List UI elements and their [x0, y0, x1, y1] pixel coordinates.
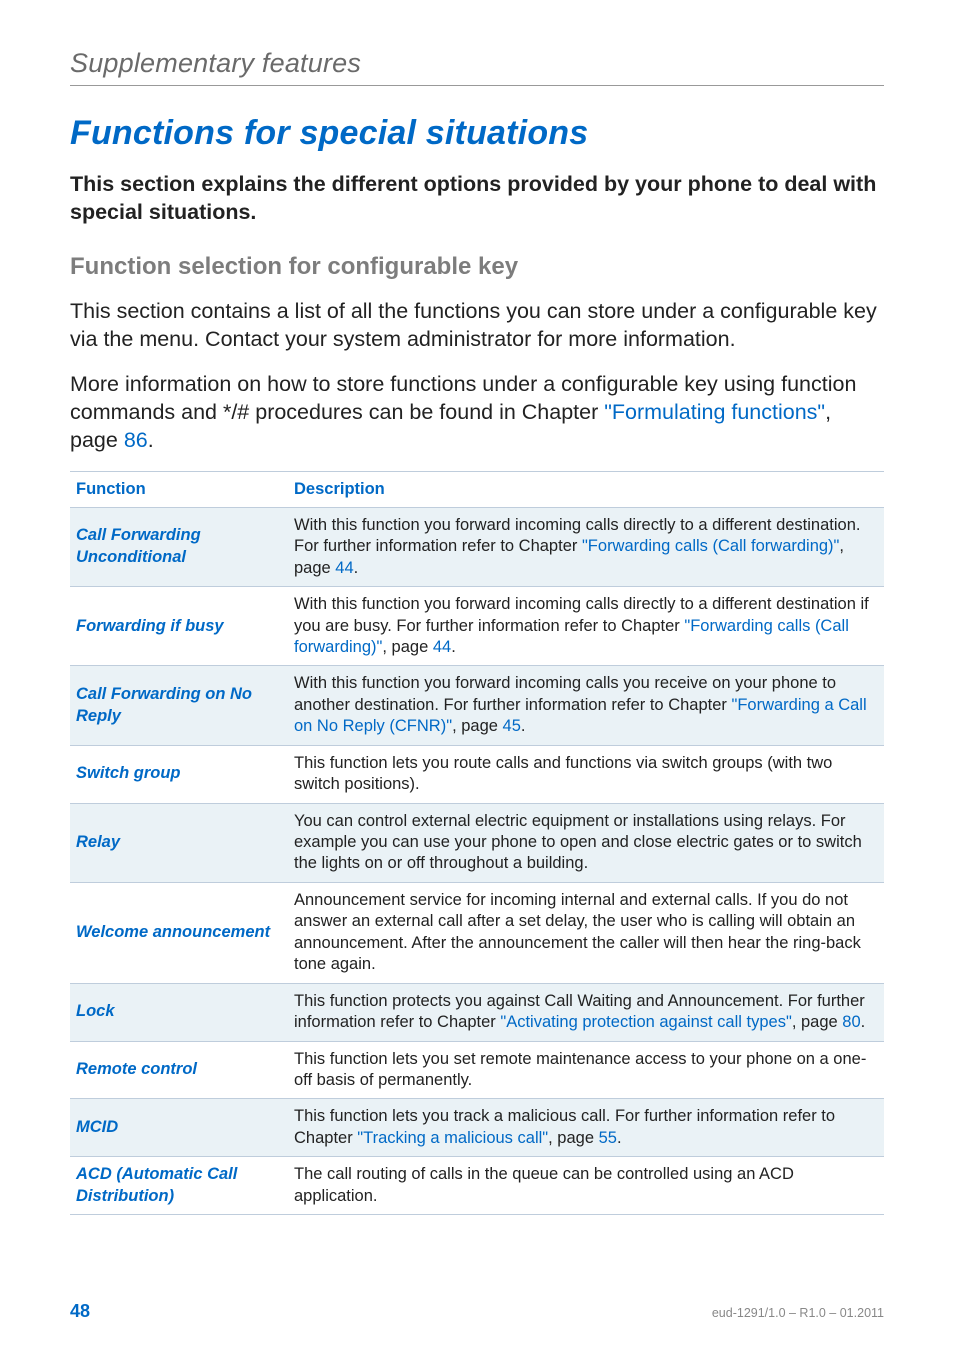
function-name: Call Forwarding on No Reply — [70, 666, 288, 745]
desc-text: , page — [452, 717, 502, 735]
desc-text: . — [521, 717, 526, 735]
page-footer: 48 eud-1291/1.0 – R1.0 – 01.2011 — [70, 1301, 884, 1322]
table-row: RelayYou can control external electric e… — [70, 803, 884, 882]
desc-page-link[interactable]: 44 — [335, 559, 353, 577]
para2-link[interactable]: "Formulating functions" — [604, 400, 825, 424]
doc-id: eud-1291/1.0 – R1.0 – 01.2011 — [712, 1306, 884, 1320]
function-description: The call routing of calls in the queue c… — [288, 1157, 884, 1215]
desc-text: , page — [792, 1013, 842, 1031]
table-row: Call Forwarding on No ReplyWith this fun… — [70, 666, 884, 745]
table-row: MCIDThis function lets you track a malic… — [70, 1099, 884, 1157]
function-name: Call Forwarding Unconditional — [70, 507, 288, 586]
function-description: You can control external electric equipm… — [288, 803, 884, 882]
function-description: This function lets you set remote mainte… — [288, 1041, 884, 1099]
desc-text: This function lets you route calls and f… — [294, 754, 832, 793]
function-name: Forwarding if busy — [70, 587, 288, 666]
col-function: Function — [70, 471, 288, 507]
desc-page-link[interactable]: 80 — [842, 1013, 860, 1031]
table-row: Call Forwarding UnconditionalWith this f… — [70, 507, 884, 586]
function-description: Announcement service for incoming intern… — [288, 882, 884, 983]
function-description: This function protects you against Call … — [288, 983, 884, 1041]
para2-text-c: . — [148, 428, 154, 452]
desc-page-link[interactable]: 45 — [503, 717, 521, 735]
desc-text: The call routing of calls in the queue c… — [294, 1165, 794, 1204]
header-rule — [70, 85, 884, 86]
table-row: ACD (Automatic Call Distribution)The cal… — [70, 1157, 884, 1215]
function-description: This function lets you route calls and f… — [288, 745, 884, 803]
body-para-2: More information on how to store functio… — [70, 370, 884, 455]
table-row: Remote controlThis function lets you set… — [70, 1041, 884, 1099]
table-row: LockThis function protects you against C… — [70, 983, 884, 1041]
section-title: Function selection for configurable key — [70, 253, 884, 281]
page-title: Functions for special situations — [70, 114, 884, 153]
function-description: With this function you forward incoming … — [288, 587, 884, 666]
table-row: Welcome announcementAnnouncement service… — [70, 882, 884, 983]
desc-text: This function lets you set remote mainte… — [294, 1050, 866, 1089]
desc-page-link[interactable]: 55 — [599, 1129, 617, 1147]
desc-text: . — [451, 638, 456, 656]
function-name: ACD (Automatic Call Distribution) — [70, 1157, 288, 1215]
table-header-row: Function Description — [70, 471, 884, 507]
desc-text: . — [861, 1013, 866, 1031]
table-row: Switch groupThis function lets you route… — [70, 745, 884, 803]
function-name: Switch group — [70, 745, 288, 803]
function-name: Lock — [70, 983, 288, 1041]
functions-table: Function Description Call Forwarding Unc… — [70, 471, 884, 1215]
page-number: 48 — [70, 1301, 90, 1322]
function-description: This function lets you track a malicious… — [288, 1099, 884, 1157]
function-description: With this function you forward incoming … — [288, 666, 884, 745]
desc-text: , page — [382, 638, 432, 656]
function-name: Welcome announcement — [70, 882, 288, 983]
function-description: With this function you forward incoming … — [288, 507, 884, 586]
function-name: Relay — [70, 803, 288, 882]
table-row: Forwarding if busyWith this function you… — [70, 587, 884, 666]
desc-link[interactable]: "Activating protection against call type… — [500, 1013, 791, 1031]
desc-link[interactable]: "Forwarding calls (Call forwarding)" — [582, 537, 839, 555]
desc-text: , page — [548, 1129, 598, 1147]
function-name: MCID — [70, 1099, 288, 1157]
col-description: Description — [288, 471, 884, 507]
intro-text: This section explains the different opti… — [70, 171, 884, 227]
desc-text: You can control external electric equipm… — [294, 812, 862, 873]
desc-text: . — [354, 559, 359, 577]
body-para-1: This section contains a list of all the … — [70, 297, 884, 354]
para2-page-link[interactable]: 86 — [124, 428, 148, 452]
chapter-header: Supplementary features — [70, 48, 884, 79]
function-name: Remote control — [70, 1041, 288, 1099]
desc-text: Announcement service for incoming intern… — [294, 891, 861, 973]
desc-text: . — [617, 1129, 622, 1147]
desc-page-link[interactable]: 44 — [433, 638, 451, 656]
desc-link[interactable]: "Tracking a malicious call" — [357, 1129, 548, 1147]
